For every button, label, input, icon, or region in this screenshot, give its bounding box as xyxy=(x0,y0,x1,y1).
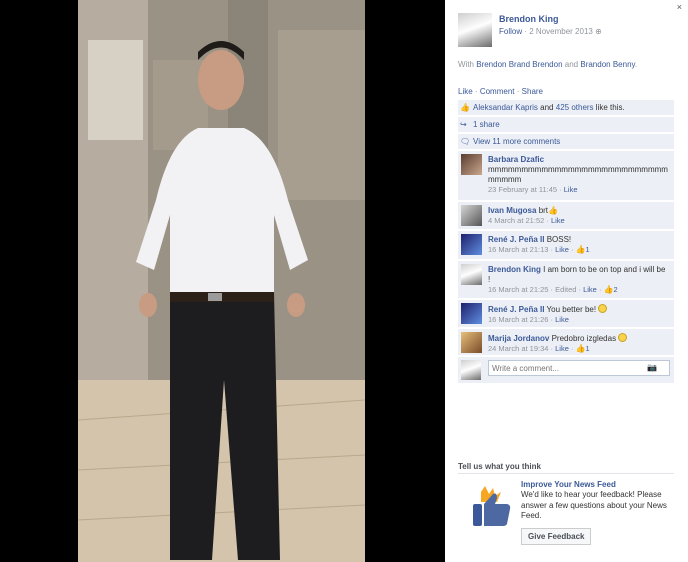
tagged-user-2[interactable]: Brandon Benny xyxy=(580,60,635,69)
tagged-user-1[interactable]: Brendon Brand Brendon xyxy=(476,60,562,69)
comment-item: Brendon King I am born to be on top and … xyxy=(458,261,674,299)
post-actions: Like · Comment · Share xyxy=(458,87,544,96)
comment-like-link[interactable]: Like xyxy=(583,285,597,294)
give-feedback-button[interactable]: Give Feedback xyxy=(521,528,592,545)
comment-time[interactable]: 23 February at 11:45 xyxy=(488,185,557,194)
author-avatar[interactable] xyxy=(458,13,492,47)
smile-emoji-icon xyxy=(618,333,628,342)
comment-text: brt xyxy=(538,206,549,215)
comment-time[interactable]: 16 March at 21:13 xyxy=(488,245,548,254)
thumbs-up-icon: 👍 xyxy=(548,206,558,215)
commenter-avatar[interactable] xyxy=(461,154,482,175)
thumbs-up-icon: 👍 xyxy=(575,344,586,353)
thumbs-up-icon: 👍 xyxy=(603,285,614,294)
comment-button[interactable]: Comment xyxy=(480,87,515,96)
commenter-name[interactable]: Brendon King xyxy=(488,265,541,274)
comment-like-link[interactable]: Like xyxy=(555,344,569,353)
photo-stage xyxy=(0,0,445,562)
comment-like-link[interactable]: Like xyxy=(564,185,578,194)
view-more-comments-link[interactable]: View 11 more comments xyxy=(473,137,560,146)
photo-viewer: × Brendon King Follow · 2 November 2013 … xyxy=(0,0,688,562)
comment-like-count[interactable]: 1 xyxy=(586,245,590,254)
comment-like-count[interactable]: 1 xyxy=(586,344,590,353)
commenter-avatar[interactable] xyxy=(461,264,482,285)
comment-time[interactable]: 16 March at 21:26 xyxy=(488,315,548,324)
viewer-avatar xyxy=(461,360,481,380)
follow-link[interactable]: Follow xyxy=(499,27,522,36)
commenter-name[interactable]: Marija Jordanov xyxy=(488,334,549,343)
post-photo[interactable] xyxy=(78,0,365,562)
smile-emoji-icon xyxy=(598,304,608,313)
shares-row: ↪ 1 share xyxy=(458,117,674,133)
post-side-panel: × Brendon King Follow · 2 November 2013 … xyxy=(445,0,688,562)
comment-like-link[interactable]: Like xyxy=(551,216,565,225)
feedback-header: Tell us what you think xyxy=(458,462,541,471)
camera-icon[interactable]: 📷 xyxy=(647,363,657,372)
comment-like-count[interactable]: 2 xyxy=(614,285,618,294)
comment-item: René J. Peña II BOSS! 16 March at 21:13 … xyxy=(458,231,674,260)
share-icon: ↪ xyxy=(460,120,467,129)
comment-time[interactable]: 4 March at 21:52 xyxy=(488,216,544,225)
divider xyxy=(458,473,674,474)
comment-input[interactable] xyxy=(488,360,670,376)
comment-like-link[interactable]: Like xyxy=(555,245,569,254)
comment-time[interactable]: 16 March at 21:25 xyxy=(488,285,548,294)
commenter-avatar[interactable] xyxy=(461,205,482,226)
commenter-avatar[interactable] xyxy=(461,332,482,353)
comment-item: Barbara Dzafic mmmmmmmmmmmmmmmmmmmmmmmmm… xyxy=(458,151,674,201)
commenter-name[interactable]: René J. Peña II xyxy=(488,235,544,244)
comment-item: Marija Jordanov Predobro izgledas 24 Mar… xyxy=(458,329,674,356)
thumbs-up-feedback-icon xyxy=(467,484,513,530)
post-date[interactable]: 2 November 2013 xyxy=(529,27,593,36)
commenter-name[interactable]: Barbara Dzafic xyxy=(488,155,544,164)
close-icon[interactable]: × xyxy=(677,2,682,12)
thumbs-up-icon: 👍 xyxy=(575,245,586,254)
feedback-description: We'd like to hear your feedback! Please … xyxy=(521,490,667,520)
comment-text: mmmmmmmmmmmmmmmmmmmmmmmmmmmmmmmm xyxy=(488,165,668,184)
like-button[interactable]: Like xyxy=(458,87,473,96)
comment-text: Predobro izgledas xyxy=(551,334,617,343)
comment-icon: 🗨 xyxy=(460,137,471,146)
tagged-with: With Brendon Brand Brendon and Brandon B… xyxy=(458,60,638,69)
commenter-name[interactable]: Ivan Mugosa xyxy=(488,206,536,215)
view-more-row: 🗨 View 11 more comments xyxy=(458,134,674,150)
commenter-avatar[interactable] xyxy=(461,303,482,324)
likes-summary: 👍 Aleksandar Kapris and 425 others like … xyxy=(458,100,674,116)
liker-link[interactable]: Aleksandar Kapris xyxy=(473,103,538,112)
post-meta: Follow · 2 November 2013 ⊕ xyxy=(499,27,602,36)
commenter-avatar[interactable] xyxy=(461,234,482,255)
feedback-title[interactable]: Improve Your News Feed xyxy=(521,480,616,489)
comment-item: René J. Peña II You better be! 16 March … xyxy=(458,300,674,328)
comment-time[interactable]: 24 March at 19:34 xyxy=(488,344,548,353)
comment-edited-label[interactable]: Edited xyxy=(555,285,576,294)
share-button[interactable]: Share xyxy=(522,87,543,96)
comment-text: You better be! xyxy=(546,305,597,314)
comment-like-link[interactable]: Like xyxy=(555,315,569,324)
others-link[interactable]: 425 others xyxy=(556,103,594,112)
comment-item: Ivan Mugosa brt👍 4 March at 21:52 · Like xyxy=(458,202,674,230)
author-name[interactable]: Brendon King xyxy=(499,14,559,24)
shares-link[interactable]: 1 share xyxy=(473,120,500,129)
commenter-name[interactable]: René J. Peña II xyxy=(488,305,544,314)
thumbs-up-icon: 👍 xyxy=(460,103,470,112)
globe-icon: ⊕ xyxy=(595,27,602,36)
comment-text: BOSS! xyxy=(546,235,572,244)
photo-illustration xyxy=(78,0,365,562)
write-comment-box: 📷 xyxy=(458,357,674,383)
